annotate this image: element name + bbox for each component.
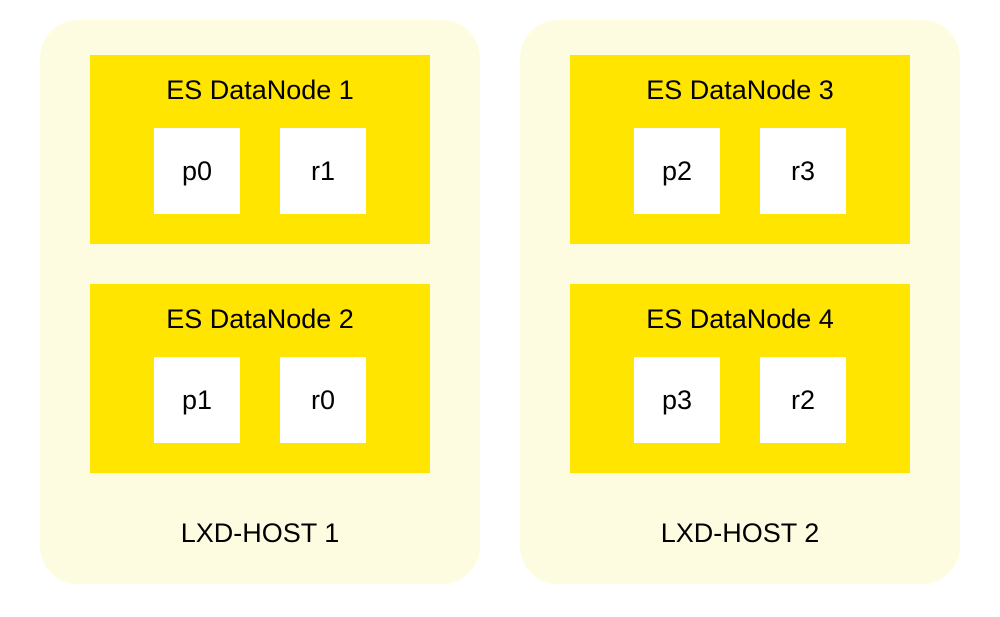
shard-primary: p0: [154, 128, 240, 214]
shard-row: p3 r2: [634, 357, 846, 443]
shard-replica: r0: [280, 357, 366, 443]
lxd-host-1: ES DataNode 1 p0 r1 ES DataNode 2 p1 r0 …: [40, 20, 480, 584]
host-label: LXD-HOST 2: [661, 518, 820, 549]
shard-replica: r2: [760, 357, 846, 443]
datanode-title: ES DataNode 4: [646, 304, 834, 335]
shard-replica: r1: [280, 128, 366, 214]
shard-replica: r3: [760, 128, 846, 214]
datanode-title: ES DataNode 1: [166, 75, 354, 106]
lxd-host-2: ES DataNode 3 p2 r3 ES DataNode 4 p3 r2 …: [520, 20, 960, 584]
datanode-title: ES DataNode 2: [166, 304, 354, 335]
shard-primary: p1: [154, 357, 240, 443]
shard-primary: p2: [634, 128, 720, 214]
datanode-title: ES DataNode 3: [646, 75, 834, 106]
es-datanode-3: ES DataNode 3 p2 r3: [570, 55, 910, 244]
es-datanode-1: ES DataNode 1 p0 r1: [90, 55, 430, 244]
es-datanode-4: ES DataNode 4 p3 r2: [570, 284, 910, 473]
host-label: LXD-HOST 1: [181, 518, 340, 549]
shard-row: p1 r0: [154, 357, 366, 443]
shard-row: p2 r3: [634, 128, 846, 214]
es-datanode-2: ES DataNode 2 p1 r0: [90, 284, 430, 473]
shard-row: p0 r1: [154, 128, 366, 214]
shard-primary: p3: [634, 357, 720, 443]
